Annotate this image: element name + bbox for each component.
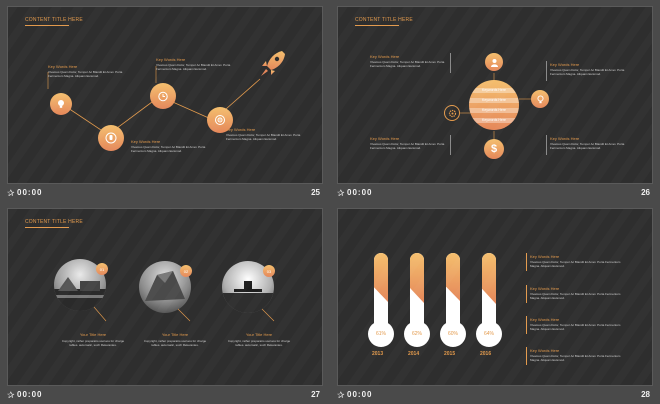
slide-thumbnail-25[interactable]: CONTENT TITLE HERE Key Words Here Vivamu… <box>0 0 330 202</box>
slide-number: 26 <box>641 188 650 197</box>
year-label: 2014 <box>408 351 420 357</box>
key-words-label: Key Words Here <box>370 54 400 59</box>
thermometer-fill <box>446 253 460 301</box>
gear-icon <box>444 105 460 121</box>
item-text: Vivamus Quam Dolor, Tempor Ac Blandit Et… <box>530 260 621 268</box>
slide-canvas: 61% 2013 62% 2014 60% 2015 64% 2016 Key Words H… <box>337 208 653 386</box>
slide-canvas: CONTENT TITLE HERE Keywords Here Keyword… <box>337 6 653 184</box>
slide-number: 25 <box>311 188 320 197</box>
item-text: Vivamus Quam Dolor, Tempor Ac Blandit Et… <box>226 133 301 141</box>
slide-canvas: CONTENT TITLE HERE 01 02 03 Your Title H… <box>7 208 323 386</box>
star-icon: ✰ <box>7 188 15 198</box>
key-words-label: Key Words Here <box>530 254 560 259</box>
star-icon: ✰ <box>7 390 15 400</box>
key-words-label: Key Words Here <box>131 139 161 144</box>
item-text: Vivamus Quam Dolor, Tempor Ac Blandit Et… <box>370 142 445 150</box>
callout-lines <box>93 306 275 322</box>
slide-number: 28 <box>641 390 650 399</box>
item-text: Copyright, rather preparatio uso/uos for… <box>227 339 291 347</box>
slide-footer: ✰ 00:00 26 <box>330 186 660 202</box>
key-words-label: Key Words Here <box>530 286 560 291</box>
stripe-label: Keywords Here <box>482 118 506 122</box>
star-icon: ✰ <box>337 188 345 198</box>
percent-label: 64% <box>483 331 494 337</box>
percent-label: 60% <box>447 331 458 337</box>
slide-thumbnail-27[interactable]: CONTENT TITLE HERE 01 02 03 Your Title H… <box>0 202 330 404</box>
stripe-label: Keywords Here <box>482 108 506 112</box>
user-icon <box>485 53 503 71</box>
center-circle: Keywords Here Keywords Here Keywords Her… <box>469 80 519 130</box>
year-label: 2013 <box>372 351 384 357</box>
thermometer-fill <box>482 253 496 304</box>
item-text: Vivamus Quam Dolor, Tempor Ac Blandit Et… <box>370 60 445 68</box>
lightbulb-icon <box>531 90 549 108</box>
item-title: Your Title Here <box>161 332 189 337</box>
percent-label: 62% <box>411 331 422 337</box>
slide-thumbnail-26[interactable]: CONTENT TITLE HERE Keywords Here Keyword… <box>330 0 660 202</box>
dollar-icon: $ <box>484 139 504 159</box>
thermometer-bulb: 60% <box>440 321 466 347</box>
slide-thumbnail-28[interactable]: 61% 2013 62% 2014 60% 2015 64% 2016 Key Words H… <box>330 202 660 404</box>
year-label: 2015 <box>444 351 456 357</box>
key-words-label: Key Words Here <box>370 136 400 141</box>
key-words-label: Key Words Here <box>530 348 560 353</box>
star-icon: ✰ <box>337 390 345 400</box>
stripe-label: Keywords Here <box>482 88 506 92</box>
slide-canvas: CONTENT TITLE HERE Key Words Here Vivamu… <box>7 6 323 184</box>
slide-timing: 00:00 <box>347 188 373 197</box>
percent-label: 61% <box>375 331 386 337</box>
thermometer-bulb: 62% <box>404 321 430 347</box>
item-text: Vivamus Quam Dolor, Tempor Ac Blandit Et… <box>550 142 625 150</box>
key-words-label: Key Words Here <box>550 136 580 141</box>
item-text: Vivamus Quam Dolor, Tempor Ac Blandit Et… <box>48 70 123 78</box>
slide-footer: ✰ 00:00 27 <box>0 388 330 404</box>
item-text: Copyright, rather preparatio uso/uos for… <box>61 339 125 347</box>
key-words-label: Key Words Here <box>156 57 186 62</box>
item-text: Vivamus Quam Dolor, Tempor Ac Blandit Et… <box>550 68 625 76</box>
slide-timing: 00:00 <box>347 390 373 399</box>
key-words-label: Key Words Here <box>550 62 580 67</box>
item-title: Your Title Here <box>245 332 273 337</box>
item-text: Vivamus Quam Dolor, Tempor Ac Blandit Et… <box>156 63 231 71</box>
item-text: Copyright, rather preparatio uso/uos for… <box>143 339 207 347</box>
key-words-label: Key Words Here <box>48 64 78 69</box>
slide-number: 27 <box>311 390 320 399</box>
item-text: Vivamus Quam Dolor, Tempor Ac Blandit Et… <box>530 354 621 362</box>
alarm-clock-icon <box>150 83 176 109</box>
item-text: Vivamus Quam Dolor, Tempor Ac Blandit Et… <box>131 145 206 153</box>
thermometer-fill <box>410 253 424 303</box>
slide-timing: 00:00 <box>17 188 43 197</box>
thermometer-bulb: 61% <box>368 321 394 347</box>
item-title: Your Title Here <box>79 332 107 337</box>
slide-footer: ✰ 00:00 25 <box>0 186 330 202</box>
slide-timing: 00:00 <box>17 390 43 399</box>
lightbulb-icon <box>50 93 72 115</box>
thermometer-bulb: 64% <box>476 321 502 347</box>
key-words-label: Key Words Here <box>226 127 256 132</box>
year-label: 2016 <box>480 351 492 357</box>
thermometer-fill <box>374 253 388 302</box>
hand-icon <box>98 125 124 151</box>
stripe-label: Keywords Here <box>482 98 506 102</box>
slide-footer: ✰ 00:00 28 <box>330 388 660 404</box>
rocket-icon <box>258 49 286 79</box>
key-words-label: Key Words Here <box>530 317 560 322</box>
item-text: Vivamus Quam Dolor, Tempor Ac Blandit Et… <box>530 323 621 331</box>
item-text: Vivamus Quam Dolor, Tempor Ac Blandit Et… <box>530 292 621 300</box>
